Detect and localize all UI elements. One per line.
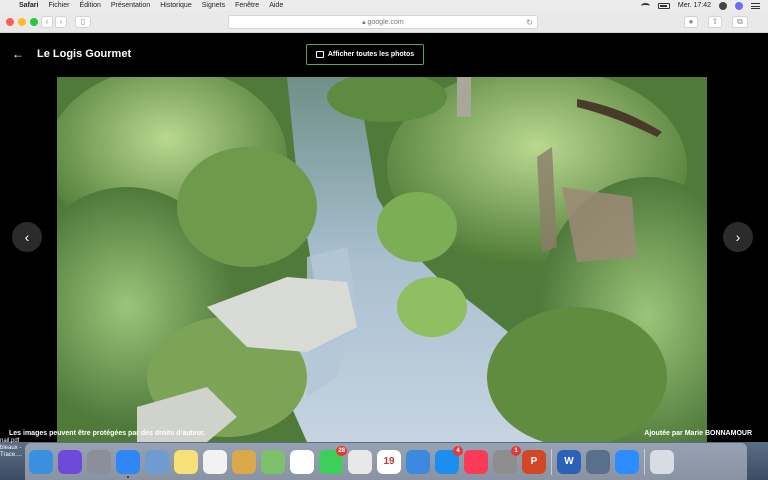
downloads-button[interactable]: ● <box>684 16 698 28</box>
dock-powerpoint-icon[interactable]: P <box>522 449 546 474</box>
contributor-caption[interactable]: Ajoutée par Marie BONNAMOUR <box>644 430 752 437</box>
arrow-left-icon[interactable]: ← <box>12 48 24 60</box>
desktop-files: nail.pdf bleaux - Trace.... <box>0 438 26 459</box>
dock-badge: 28 <box>336 445 347 456</box>
status-area: Mer. 17:42 <box>640 0 760 11</box>
menu-aide[interactable]: Aide <box>269 2 283 9</box>
fullscreen-window-button[interactable] <box>30 18 38 26</box>
dock-separator <box>644 448 645 475</box>
address-bar[interactable]: 🔒︎ google.com ↻ <box>228 15 538 29</box>
menu-bar: Safari Fichier Édition Présentation Hist… <box>0 0 768 11</box>
dock-notes-icon[interactable] <box>174 449 198 474</box>
menu-app-name[interactable]: Safari <box>19 2 38 9</box>
dock-safari-icon[interactable] <box>116 449 140 478</box>
siri-icon[interactable] <box>735 1 743 10</box>
dock-word-icon[interactable]: W <box>557 449 581 474</box>
copyright-caption: Les images peuvent être protégées par de… <box>9 430 206 437</box>
menu-fenetre[interactable]: Fenêtre <box>235 2 259 9</box>
address-url: google.com <box>367 19 404 26</box>
dock-calendar-label: 19 <box>383 456 395 467</box>
close-window-button[interactable] <box>6 18 14 26</box>
notification-center-icon[interactable] <box>751 2 760 9</box>
dock-badge: 4 <box>453 445 463 456</box>
menu-historique[interactable]: Historique <box>160 2 192 9</box>
dock-system-preferences-icon[interactable]: 1 <box>493 445 521 474</box>
minimize-window-button[interactable] <box>18 18 26 26</box>
dock-messages-icon[interactable]: 28 <box>319 445 347 474</box>
dock-photos-icon[interactable] <box>290 449 314 474</box>
desktop-file[interactable]: Trace.... <box>0 452 26 459</box>
dock: 28 19 4 1 P W <box>25 443 747 480</box>
running-indicator <box>127 475 129 478</box>
menu-edition[interactable]: Édition <box>79 2 100 9</box>
dock-siri-icon[interactable] <box>58 449 82 474</box>
browser-toolbar: ‹ › ▯ 🔒︎ google.com ↻ ● ⇧ ⧉ <box>0 11 768 33</box>
dock-trash-icon[interactable] <box>650 449 674 474</box>
dock-script-editor-icon[interactable] <box>348 449 372 474</box>
dock-finder-icon[interactable] <box>29 449 53 474</box>
user-icon[interactable] <box>719 1 727 10</box>
page-title: Le Logis Gourmet <box>37 48 132 60</box>
back-button[interactable]: ‹ <box>41 16 53 28</box>
dock-zoom-icon[interactable] <box>615 449 639 474</box>
dock-screenshot-icon[interactable] <box>586 449 610 474</box>
dock-music-icon[interactable] <box>464 449 488 474</box>
dock-app-store-icon[interactable]: 4 <box>435 445 463 474</box>
gallery-photo <box>57 77 707 442</box>
dock-maps-icon[interactable] <box>261 449 285 474</box>
dock-textedit-icon[interactable] <box>203 449 227 474</box>
battery-icon[interactable] <box>657 2 670 9</box>
dock-badge: 1 <box>511 445 521 456</box>
desktop-file[interactable]: nail.pdf <box>0 438 26 445</box>
forward-button[interactable]: › <box>55 16 67 28</box>
menu-presentation[interactable]: Présentation <box>111 2 150 9</box>
menu-signets[interactable]: Signets <box>202 2 225 9</box>
dock-calendar-icon[interactable]: 19 <box>377 449 401 474</box>
river-photo <box>57 77 707 442</box>
share-button[interactable]: ⇧ <box>708 16 722 28</box>
tabs-overview-button[interactable]: ⧉ <box>732 16 748 28</box>
gallery-icon <box>315 51 324 58</box>
reload-icon[interactable]: ↻ <box>526 16 533 29</box>
dock-powerpoint-label: P <box>530 456 538 467</box>
screen: Safari Fichier Édition Présentation Hist… <box>0 0 768 480</box>
dock-notefile-icon[interactable] <box>232 449 256 474</box>
clock[interactable]: Mer. 17:42 <box>678 2 711 9</box>
show-all-photos-label: Afficher toutes les photos <box>327 51 415 58</box>
chevron-left-icon: ‹ <box>24 229 30 245</box>
photo-gallery: ← Le Logis Gourmet Afficher toutes les p… <box>0 34 768 442</box>
wifi-icon[interactable] <box>640 2 650 9</box>
dock-preview-icon[interactable] <box>145 449 169 474</box>
dock-separator <box>551 448 552 475</box>
previous-photo-button[interactable]: ‹ <box>12 222 42 252</box>
chevron-right-icon: › <box>735 229 741 245</box>
next-photo-button[interactable]: › <box>723 222 753 252</box>
show-all-photos-button[interactable]: Afficher toutes les photos <box>306 44 424 65</box>
desktop-file[interactable]: bleaux - <box>0 445 26 452</box>
menu-fichier[interactable]: Fichier <box>48 2 69 9</box>
lock-icon: 🔒︎ <box>362 20 366 26</box>
sidebar-toggle-button[interactable]: ▯ <box>75 16 91 28</box>
dock-keynote-icon[interactable] <box>406 449 430 474</box>
dock-launchpad-icon[interactable] <box>87 449 111 474</box>
dock-word-label: W <box>564 456 574 467</box>
